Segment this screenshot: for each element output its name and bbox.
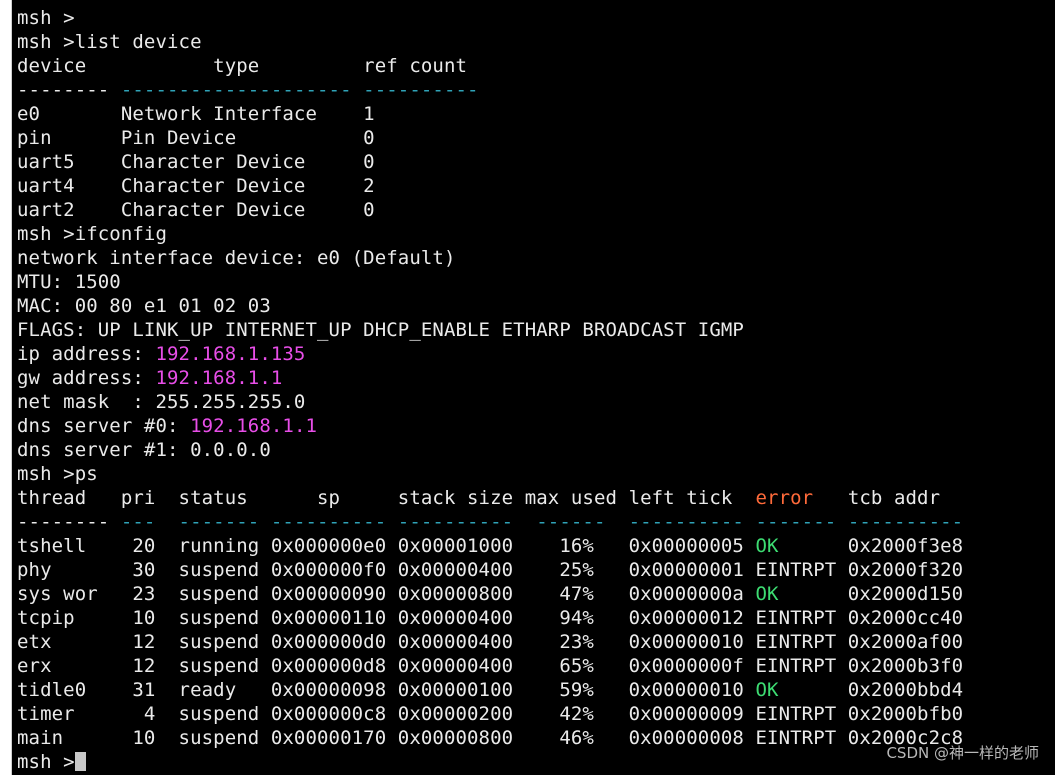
terminal-line: pin Pin Device 0	[17, 126, 1055, 150]
terminal-text: msh >	[17, 751, 75, 773]
terminal-text: OK	[755, 679, 779, 701]
terminal-line: tshell 20 running 0x000000e0 0x00001000 …	[17, 534, 1055, 558]
terminal-text: tcb addr	[813, 487, 941, 509]
terminal-text: net mask : 255.255.255.0	[17, 391, 306, 413]
terminal-text: network interface device: e0 (Default)	[17, 247, 456, 269]
terminal-line: tidle0 31 ready 0x00000098 0x00000100 59…	[17, 678, 1055, 702]
terminal-text: main 10 suspend 0x00000170 0x00000800 46…	[17, 727, 964, 749]
terminal-text: --------	[17, 79, 121, 101]
terminal-text: gw address:	[17, 367, 156, 389]
terminal-line: dns server #0: 192.168.1.1	[17, 414, 1055, 438]
terminal-text: --- ------- ---------- ---------- ------…	[120, 511, 964, 533]
terminal-text: uart4 Character Device 2	[17, 175, 375, 197]
terminal-text: dns server #1: 0.0.0.0	[17, 439, 271, 461]
terminal-line: timer 4 suspend 0x000000c8 0x00000200 42…	[17, 702, 1055, 726]
terminal-line: etx 12 suspend 0x000000d0 0x00000400 23%…	[17, 630, 1055, 654]
terminal-line: gw address: 192.168.1.1	[17, 366, 1055, 390]
terminal-line: -------- --- ------- ---------- --------…	[17, 510, 1055, 534]
terminal-text: erx 12 suspend 0x000000d8 0x00000400 65%…	[17, 655, 964, 677]
terminal-line: phy 30 suspend 0x000000f0 0x00000400 25%…	[17, 558, 1055, 582]
terminal-text: FLAGS: UP LINK_UP INTERNET_UP DHCP_ENABL…	[17, 319, 744, 341]
watermark: CSDN @神一样的老师	[886, 744, 1039, 762]
terminal-line: msh >list device	[17, 30, 1055, 54]
terminal-output: msh > msh >list device device type ref cou…	[17, 6, 1055, 774]
terminal-line: uart2 Character Device 0	[17, 198, 1055, 222]
terminal-text: 192.168.1.1	[190, 415, 318, 437]
terminal-text: tshell 20 running 0x000000e0 0x00001000 …	[17, 535, 756, 557]
terminal-line: FLAGS: UP LINK_UP INTERNET_UP DHCP_ENABL…	[17, 318, 1055, 342]
terminal-text: dns server #0:	[17, 415, 191, 437]
terminal-text: e0 Network Interface 1	[17, 103, 375, 125]
terminal-text: pin Pin Device 0	[17, 127, 375, 149]
terminal-window[interactable]: msh > msh >list device device type ref cou…	[0, 0, 1055, 775]
terminal-text: tcpip 10 suspend 0x00000110 0x00000400 9…	[17, 607, 964, 629]
terminal-text: --------	[17, 511, 121, 533]
terminal-line: thread pri status sp stack size max used…	[17, 486, 1055, 510]
terminal-line: uart4 Character Device 2	[17, 174, 1055, 198]
terminal-text: msh >	[17, 7, 75, 29]
terminal-text: etx 12 suspend 0x000000d0 0x00000400 23%…	[17, 631, 964, 653]
terminal-line: device type ref count	[17, 54, 1055, 78]
terminal-text: timer 4 suspend 0x000000c8 0x00000200 42…	[17, 703, 964, 725]
terminal-line: -------- -------------------- ----------	[17, 78, 1055, 102]
terminal-text: msh >ifconfig	[17, 223, 168, 245]
terminal-text: msh >list device	[17, 31, 202, 53]
terminal-line: MTU: 1500	[17, 270, 1055, 294]
terminal-text: OK	[755, 535, 779, 557]
terminal-text: 0x2000f3e8	[778, 535, 964, 557]
terminal-line: uart5 Character Device 0	[17, 150, 1055, 174]
terminal-text: 0x2000d150	[778, 583, 964, 605]
terminal-text: thread pri status sp stack size max used…	[17, 487, 756, 509]
terminal-line: msh >ps	[17, 462, 1055, 486]
terminal-text: msh >ps	[17, 463, 98, 485]
terminal-text: sys wor 23 suspend 0x00000090 0x00000800…	[17, 583, 756, 605]
terminal-text: error	[755, 487, 814, 509]
terminal-text: 192.168.1.1	[155, 367, 283, 389]
terminal-line: msh >	[17, 6, 1055, 30]
terminal-line: net mask : 255.255.255.0	[17, 390, 1055, 414]
terminal-text: MAC: 00 80 e1 01 02 03	[17, 295, 271, 317]
window-left-border	[0, 0, 12, 775]
terminal-line: ip address: 192.168.1.135	[17, 342, 1055, 366]
terminal-text: tidle0 31 ready 0x00000098 0x00000100 59…	[17, 679, 756, 701]
terminal-text: MTU: 1500	[17, 271, 121, 293]
terminal-line: sys wor 23 suspend 0x00000090 0x00000800…	[17, 582, 1055, 606]
terminal-cursor[interactable]	[74, 752, 86, 771]
terminal-line: network interface device: e0 (Default)	[17, 246, 1055, 270]
terminal-text: 192.168.1.135	[155, 343, 306, 365]
terminal-text: device type ref count	[17, 55, 468, 77]
terminal-line: msh >ifconfig	[17, 222, 1055, 246]
terminal-line: e0 Network Interface 1	[17, 102, 1055, 126]
terminal-text: -------------------- ----------	[120, 79, 479, 101]
terminal-line: erx 12 suspend 0x000000d8 0x00000400 65%…	[17, 654, 1055, 678]
terminal-text: OK	[755, 583, 779, 605]
terminal-text: uart2 Character Device 0	[17, 199, 375, 221]
terminal-line: MAC: 00 80 e1 01 02 03	[17, 294, 1055, 318]
terminal-line: tcpip 10 suspend 0x00000110 0x00000400 9…	[17, 606, 1055, 630]
terminal-text: phy 30 suspend 0x000000f0 0x00000400 25%…	[17, 559, 964, 581]
terminal-text: uart5 Character Device 0	[17, 151, 375, 173]
terminal-text: 0x2000bbd4	[778, 679, 964, 701]
terminal-text: ip address:	[17, 343, 156, 365]
terminal-line: dns server #1: 0.0.0.0	[17, 438, 1055, 462]
